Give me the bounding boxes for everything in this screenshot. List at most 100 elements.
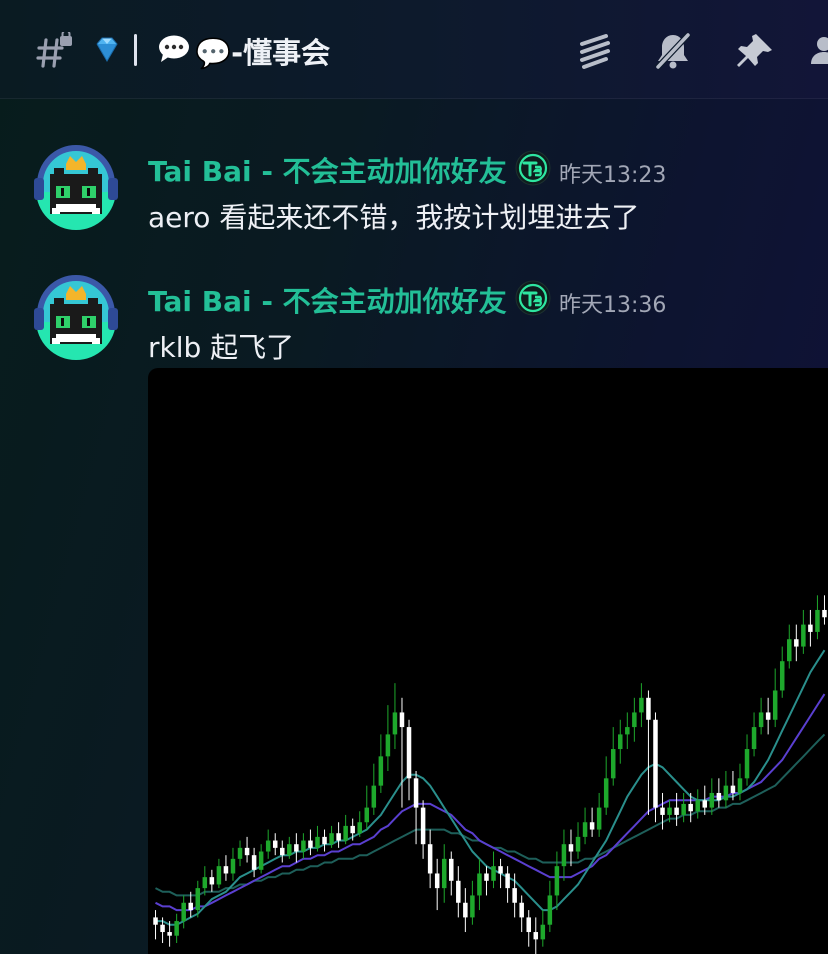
candle-body xyxy=(498,866,503,874)
candle-body xyxy=(301,840,306,852)
gem-icon xyxy=(92,34,122,64)
candle xyxy=(674,792,679,826)
candle-body xyxy=(413,778,419,808)
candle xyxy=(258,844,264,874)
candle-body xyxy=(287,844,292,856)
notification-settings-button[interactable] xyxy=(652,30,694,72)
candle xyxy=(244,836,250,863)
candle xyxy=(301,833,306,859)
candle-body xyxy=(399,712,405,728)
candle-body xyxy=(596,807,602,830)
candle xyxy=(526,910,531,947)
candle xyxy=(589,807,595,837)
attached-chart-image[interactable] xyxy=(148,368,828,954)
candle-body xyxy=(167,932,172,936)
candle-body xyxy=(272,840,278,848)
candle xyxy=(420,800,426,859)
candle-body xyxy=(315,836,320,848)
avatar[interactable] xyxy=(30,274,122,366)
candle-body xyxy=(772,690,778,720)
candle xyxy=(336,822,341,848)
candle-body xyxy=(822,609,827,618)
candle-body xyxy=(765,712,771,720)
pinned-messages-button[interactable] xyxy=(734,30,776,72)
candle xyxy=(779,646,785,698)
timestamp[interactable]: 昨天13:23 xyxy=(559,157,666,189)
candle xyxy=(181,895,186,929)
candle-body xyxy=(674,807,679,815)
candle-body xyxy=(519,902,524,918)
candle xyxy=(625,712,630,750)
timestamp[interactable]: 昨天13:36 xyxy=(559,287,666,319)
candle xyxy=(639,683,644,728)
member-list-button[interactable] xyxy=(808,30,828,72)
candle xyxy=(294,833,299,863)
candle xyxy=(815,595,820,640)
candle xyxy=(343,814,348,845)
candle-body xyxy=(251,855,257,870)
candle-body xyxy=(237,847,243,859)
title-divider xyxy=(134,34,137,66)
candle-body xyxy=(660,807,665,815)
avatar[interactable] xyxy=(30,144,122,236)
candle-body xyxy=(491,866,496,881)
candle xyxy=(364,785,370,830)
candle xyxy=(449,851,454,896)
candle xyxy=(223,855,229,881)
role-badge-icon[interactable] xyxy=(515,280,551,316)
candle xyxy=(554,851,560,911)
candle-body xyxy=(702,800,708,808)
candle xyxy=(547,880,553,933)
message-item[interactable]: Tai Bai - 不会主动加你好友 昨天13:23 aero 看起来还不错，我… xyxy=(0,140,828,240)
candle-body xyxy=(533,932,539,940)
candle-body xyxy=(561,844,567,867)
role-badge-icon[interactable] xyxy=(515,150,551,186)
candle xyxy=(582,807,588,845)
candle xyxy=(716,778,722,808)
author-name[interactable]: Tai Bai - 不会主动加你好友 xyxy=(148,150,507,190)
candle xyxy=(371,763,377,815)
candle xyxy=(322,829,327,852)
candle-body xyxy=(209,877,215,885)
candle xyxy=(230,847,236,881)
candle xyxy=(470,880,475,925)
candle-body xyxy=(456,880,461,903)
message-text: aero 看起来还不错，我按计划埋进去了 xyxy=(148,201,640,234)
threads-icon xyxy=(580,34,610,69)
candle xyxy=(758,697,764,735)
candle-body xyxy=(420,807,426,845)
candle xyxy=(681,792,686,823)
candle-body xyxy=(815,609,820,632)
threads-button[interactable] xyxy=(574,30,616,72)
candle-body xyxy=(737,778,743,793)
candle-body xyxy=(554,866,560,896)
candle-body xyxy=(801,624,806,647)
candle-body xyxy=(153,917,158,925)
candle xyxy=(751,712,757,757)
candle-body xyxy=(639,697,644,713)
candle-body xyxy=(364,807,370,823)
candle-body xyxy=(329,833,334,845)
candle-body xyxy=(441,858,447,889)
candle xyxy=(427,829,433,889)
members-icon xyxy=(811,37,828,64)
author-name[interactable]: Tai Bai - 不会主动加你好友 xyxy=(148,280,507,320)
candle-body xyxy=(632,712,637,728)
candle-body xyxy=(174,921,179,936)
candle-body xyxy=(787,639,792,662)
candle xyxy=(603,756,609,815)
candle xyxy=(772,668,778,728)
candle xyxy=(477,858,482,911)
locked-channel-hash-icon xyxy=(36,29,76,72)
candle-body xyxy=(709,792,715,808)
candle xyxy=(434,858,440,911)
candle-body xyxy=(160,924,165,933)
candle-body xyxy=(610,749,616,779)
candle xyxy=(357,811,362,837)
candle xyxy=(272,833,278,856)
candle xyxy=(385,705,391,771)
candle-body xyxy=(434,873,440,889)
candle xyxy=(378,734,384,793)
candle-body xyxy=(322,836,327,845)
candle-body xyxy=(350,825,355,834)
